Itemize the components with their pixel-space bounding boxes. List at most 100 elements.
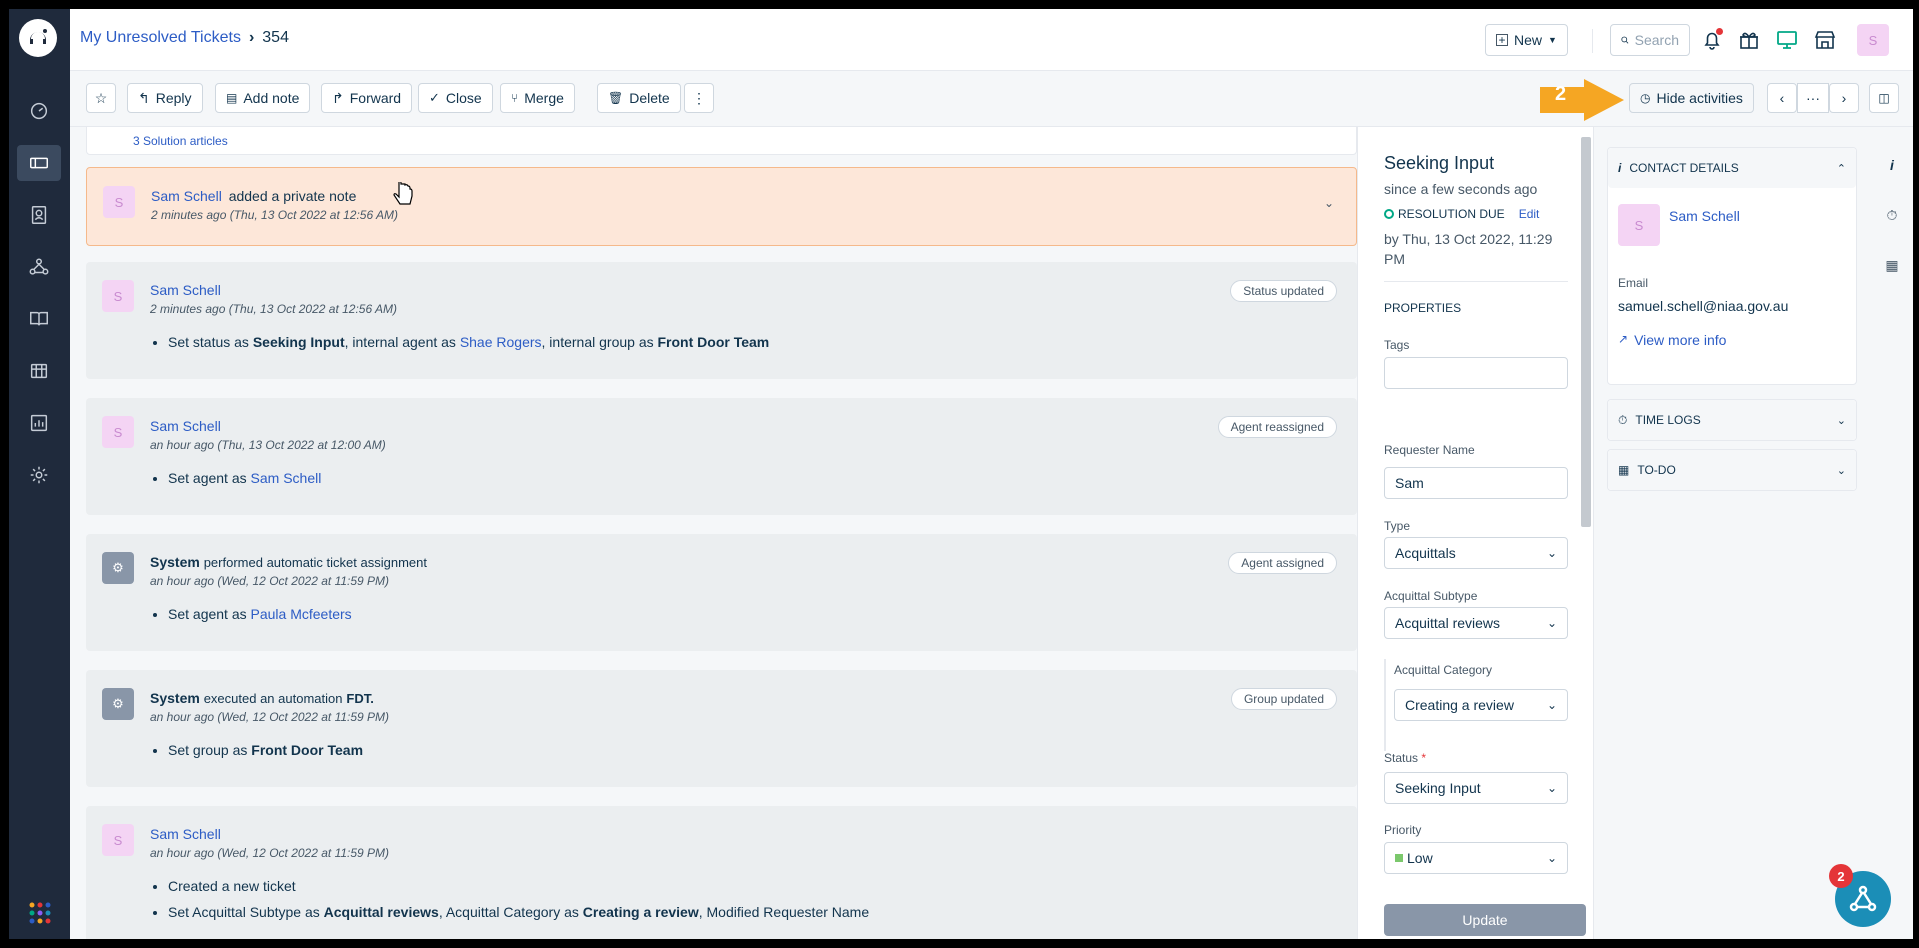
activity-timestamp: an hour ago (Thu, 13 Oct 2022 at 12:00 A… [150,438,386,452]
plus-square-icon: + [1496,34,1508,46]
contact-details-panel: i CONTACT DETAILS ⌃ S Sam Schell Email s… [1607,147,1857,385]
activity-timestamp: an hour ago (Wed, 12 Oct 2022 at 11:59 P… [150,710,390,724]
reply-arrow-icon: ↰ [138,89,150,106]
acquittal-subtype-select[interactable]: Acquittal reviews ⌄ [1384,607,1568,639]
hint-step-number: 2 [1555,83,1567,105]
chevron-down-icon: ⌄ [1836,414,1846,427]
activity-avatar: S [102,280,134,312]
reply-button[interactable]: ↰ Reply [127,83,203,113]
close-button-label: Close [445,90,482,106]
stopwatch-icon[interactable]: ⏱ [1882,205,1902,225]
solution-articles-link[interactable]: 3 Solution articles [133,134,228,148]
edit-due-link[interactable]: Edit [1519,207,1540,221]
chevron-up-icon: ⌃ [1836,162,1846,175]
toggle-sidebar-button[interactable]: ◫ [1869,83,1899,113]
apps-grid-icon[interactable] [29,902,51,924]
add-note-button[interactable]: ▤ Add note [215,83,311,113]
breadcrumb: My Unresolved Tickets › 354 [80,29,289,47]
hide-activities-button[interactable]: ◷ Hide activities [1629,83,1754,113]
ticket-nav-more-button[interactable]: ··· [1797,83,1829,113]
previous-ticket-button[interactable]: ‹ [1767,83,1797,113]
monitor-icon[interactable] [1773,26,1801,54]
freshdesk-logo-icon[interactable] [19,19,57,57]
activity-author-link[interactable]: Sam Schell [150,282,221,298]
chevron-down-icon: ⌄ [1546,546,1557,560]
next-ticket-button[interactable]: › [1829,83,1859,113]
delete-button-label: Delete [629,90,670,106]
search-box[interactable]: Search [1610,24,1690,56]
new-button[interactable]: + New ▼ [1485,24,1568,56]
conversation-pane: 3 Solution articles S Sam Schell added a… [70,127,1357,939]
marketplace-store-icon[interactable] [1811,26,1839,54]
expand-chevron-icon[interactable]: ⌄ [1324,196,1334,210]
update-button[interactable]: Update [1384,904,1586,936]
activity-author-link[interactable]: Sam Schell [150,826,221,842]
reports-icon[interactable] [17,405,61,441]
more-actions-button[interactable]: ⋮ [684,83,714,113]
forward-button-label: Forward [349,90,402,106]
ellipsis-icon: ··· [1806,90,1820,106]
close-ticket-button[interactable]: ✓ Close [418,83,493,113]
notifications-bell-icon[interactable] [1698,26,1726,54]
agent-link[interactable]: Paula Mcfeeters [251,606,352,622]
sidebar-toggle-icon: ◫ [1878,91,1890,105]
activity-timestamp: 2 minutes ago (Thu, 13 Oct 2022 at 12:56… [150,302,398,316]
contact-details-header[interactable]: i CONTACT DETAILS ⌃ [1608,148,1856,188]
merge-button[interactable]: ⑂ Merge [500,83,575,113]
green-status-dot-icon [1384,209,1394,219]
requester-name-label: Requester Name [1384,443,1475,457]
activity-change-list: Set status as Seeking Input, internal ag… [168,334,769,360]
private-note-card[interactable]: S Sam Schell added a private note 2 minu… [86,167,1357,246]
agent-link[interactable]: Shae Rogers [460,334,542,350]
activity-author-link[interactable]: Sam Schell [150,418,221,434]
status-badge: Agent reassigned [1217,416,1337,438]
delete-button[interactable]: 🗑 Delete [597,83,681,113]
priority-select[interactable]: Low ⌄ [1384,842,1568,874]
info-icon[interactable]: i [1882,155,1902,175]
calendar-icon[interactable]: ▦ [1882,255,1902,275]
search-icon [1621,36,1629,44]
user-avatar[interactable]: S [1857,24,1889,56]
calendar-icon: ▦ [1618,463,1630,477]
agent-link[interactable]: Sam Schell [251,470,322,486]
merge-icon: ⑂ [511,91,519,105]
knowledge-base-icon[interactable] [17,301,61,337]
type-select[interactable]: Acquittals ⌄ [1384,537,1568,569]
time-logs-header[interactable]: ⏱ TIME LOGS ⌄ [1608,400,1856,440]
note-author-link[interactable]: Sam Schell [151,188,222,204]
status-select[interactable]: Seeking Input ⌄ [1384,772,1568,804]
settings-gear-icon[interactable] [17,457,61,493]
properties-scrollbar[interactable] [1581,137,1591,527]
todo-panel[interactable]: ▦ TO-DO ⌄ [1607,449,1857,491]
contact-name-link[interactable]: Sam Schell [1669,208,1740,224]
properties-heading: PROPERTIES [1384,301,1462,315]
chevron-down-icon: ⌄ [1836,464,1846,477]
tags-input[interactable] [1384,357,1568,389]
category-value: Creating a review [1405,697,1514,713]
chevron-down-icon: ⌄ [1546,781,1557,795]
activity-change-list: Created a new ticket Set Acquittal Subty… [168,878,869,930]
resolution-due-row: RESOLUTION DUE Edit [1384,207,1539,221]
todo-header[interactable]: ▦ TO-DO ⌄ [1608,450,1856,490]
activity-header: System executed an automation FDT. [150,690,374,706]
left-navigation [9,9,70,939]
change-item: Set agent as Sam Schell [168,470,321,486]
star-button[interactable]: ☆ [86,83,116,113]
star-icon: ☆ [94,89,108,106]
merge-button-label: Merge [524,90,564,106]
requester-name-input[interactable]: Sam [1384,467,1568,499]
hand-cursor-icon [393,182,413,205]
breadcrumb-parent-link[interactable]: My Unresolved Tickets [80,29,241,47]
tickets-icon[interactable] [17,145,61,181]
view-more-info-link[interactable]: ↗ View more info [1618,332,1726,348]
solution-articles-card: 3 Solution articles [86,127,1357,155]
forward-button[interactable]: ↱ Forward [321,83,413,113]
forums-icon[interactable] [17,353,61,389]
dashboard-icon[interactable] [17,93,61,129]
time-logs-panel[interactable]: ⏱ TIME LOGS ⌄ [1607,399,1857,441]
change-item: Set status as Seeking Input, internal ag… [168,334,769,350]
gift-icon[interactable] [1735,26,1763,54]
contacts-icon[interactable] [17,197,61,233]
groups-icon[interactable] [17,249,61,285]
acquittal-category-select[interactable]: Creating a review ⌄ [1394,689,1568,721]
